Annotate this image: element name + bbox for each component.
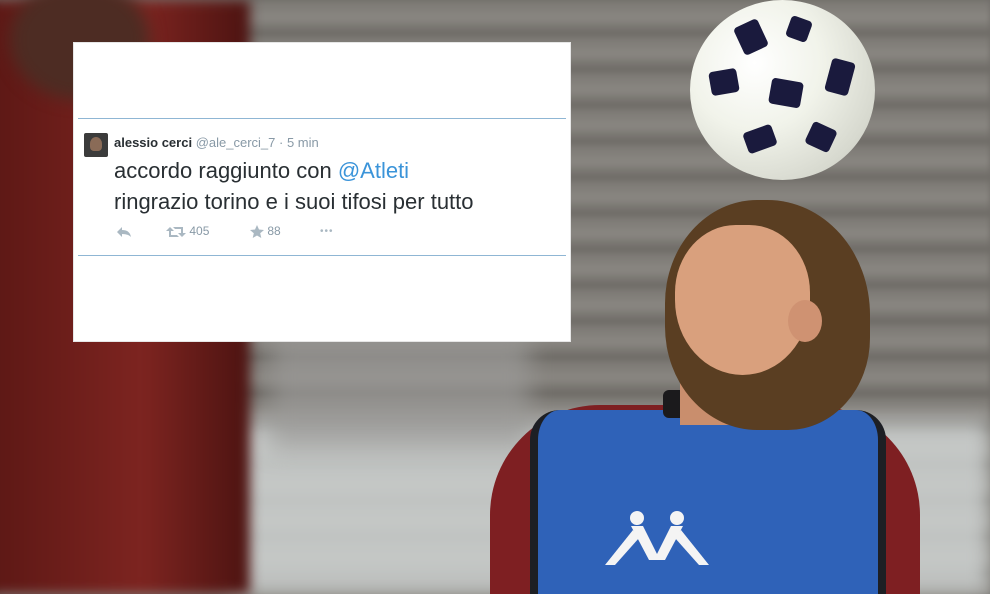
retweet-icon [166, 226, 186, 237]
ball-panel [742, 123, 778, 155]
ball-panel [767, 77, 805, 109]
retweet-button[interactable]: 405 [166, 224, 209, 238]
ball-panel [804, 120, 838, 154]
ball-panel [784, 14, 814, 44]
tweet-timestamp[interactable]: 5 min [287, 135, 319, 150]
tweet-text-line2: ringrazio torino e i suoi tifosi per tut… [114, 189, 474, 214]
favorite-count: 88 [267, 224, 281, 238]
player-ear [788, 300, 822, 342]
player-face [675, 225, 810, 375]
football [690, 0, 875, 180]
photo-scene: alessio cerci @ale_cerci_7 · 5 min accor… [0, 0, 990, 594]
tweet-bottom-divider [78, 255, 566, 256]
reply-button[interactable] [116, 224, 132, 238]
tweet-separator: · [279, 135, 284, 150]
tweet-handle[interactable]: @ale_cerci_7 [196, 135, 276, 150]
kappa-logo [605, 511, 709, 565]
more-icon[interactable]: ••• [320, 226, 334, 237]
tweet-user-name[interactable]: alessio cerci [114, 135, 192, 150]
tweet-top-divider [78, 118, 566, 119]
tweet-text: accordo raggiunto con @Atleti ringrazio … [114, 155, 474, 217]
ball-panel [824, 57, 856, 97]
favorite-button[interactable]: 88 [250, 224, 281, 239]
avatar[interactable] [84, 133, 108, 157]
tweet-mention-link[interactable]: @Atleti [338, 158, 409, 183]
tweet-header: alessio cerci @ale_cerci_7 · 5 min [114, 135, 319, 150]
tweet-text-line1: accordo raggiunto con [114, 158, 338, 183]
ball-panel [708, 67, 740, 97]
tweet-card: alessio cerci @ale_cerci_7 · 5 min accor… [74, 43, 570, 341]
reply-icon [117, 226, 131, 237]
star-icon [250, 225, 264, 239]
retweet-count: 405 [189, 224, 210, 238]
ball-panel [732, 17, 770, 57]
